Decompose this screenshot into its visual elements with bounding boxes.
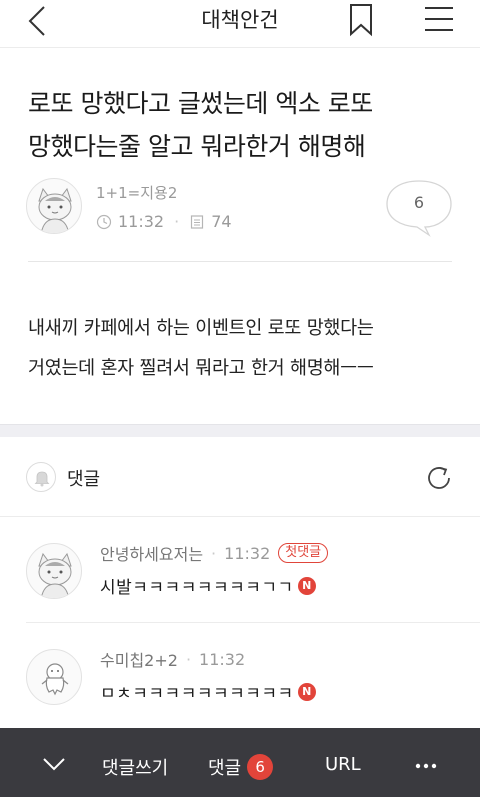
ghost-avatar-icon bbox=[41, 663, 69, 696]
hamburger-menu-icon[interactable] bbox=[422, 2, 456, 36]
comment-author[interactable]: 수미칩2+2 bbox=[100, 647, 178, 671]
cat-avatar-icon bbox=[38, 552, 72, 598]
comment-body: 시발ㅋㅋㅋㅋㅋㅋㅋㅋㄱㄱ bbox=[100, 578, 294, 598]
comment-head: 수미칩2+2 · 11:32 bbox=[100, 647, 245, 671]
author-avatar[interactable] bbox=[26, 178, 82, 234]
refresh-icon[interactable] bbox=[424, 463, 454, 493]
more-icon[interactable] bbox=[414, 762, 438, 770]
post-meta: 11:32 · 74 bbox=[96, 212, 232, 231]
comment-text: ㅁㅊㅋㅋㅋㅋㅋㅋㅋㅋㅋㅋ N bbox=[100, 679, 316, 704]
notification-toggle[interactable] bbox=[26, 462, 56, 492]
comment-avatar[interactable] bbox=[26, 543, 82, 599]
url-button[interactable]: URL bbox=[325, 754, 361, 775]
new-badge: N bbox=[297, 682, 316, 701]
comment-time: 11:32 bbox=[199, 649, 246, 669]
comment-text: 시발ㅋㅋㅋㅋㅋㅋㅋㅋㄱㄱ N bbox=[100, 573, 316, 598]
comment-count: 6 bbox=[413, 193, 425, 212]
bookmark-icon[interactable] bbox=[346, 2, 376, 38]
comments-count-badge: 6 bbox=[247, 754, 274, 780]
cat-avatar-icon bbox=[38, 187, 72, 233]
comment-item: 수미칩2+2 · 11:32 ㅁㅊㅋㅋㅋㅋㅋㅋㅋㅋㅋㅋ N bbox=[0, 623, 480, 728]
divider bbox=[28, 261, 452, 262]
views-icon bbox=[191, 214, 204, 229]
comment-author[interactable]: 안녕하세요저는 bbox=[100, 541, 203, 565]
meta-separator: · bbox=[211, 543, 217, 563]
post-title-line: 로또 망했다고 글썼는데 엑소 로또 bbox=[28, 89, 373, 118]
comment-body: ㅁㅊㅋㅋㅋㅋㅋㅋㅋㅋㅋㅋ bbox=[100, 684, 294, 704]
chevron-down-icon[interactable] bbox=[40, 752, 68, 776]
comment-item: 안녕하세요저는 · 11:32 첫댓글 시발ㅋㅋㅋㅋㅋㅋㅋㅋㄱㄱ N bbox=[0, 517, 480, 622]
post-body-line: 내새끼 카페에서 하는 이벤트인 로또 망했다는 bbox=[28, 318, 374, 339]
section-gap bbox=[0, 424, 480, 437]
bottom-bar: 댓글쓰기 댓글 6 URL bbox=[0, 728, 480, 797]
meta-separator: · bbox=[174, 212, 180, 231]
post-title-line: 망했다는줄 알고 뭐라한거 해명해 bbox=[28, 132, 366, 161]
chevron-left-icon[interactable] bbox=[22, 4, 56, 38]
comments-label: 댓글 bbox=[67, 469, 101, 490]
post-body: 내새끼 카페에서 하는 이벤트인 로또 망했다는 거였는데 혼자 찔려서 뭐라고… bbox=[28, 309, 468, 389]
bell-icon bbox=[34, 471, 50, 487]
comments-button-label: 댓글 bbox=[208, 758, 242, 779]
author-name[interactable]: 1+1=지용2 bbox=[96, 182, 177, 203]
comments-button[interactable]: 댓글 6 bbox=[208, 754, 274, 782]
new-badge: N bbox=[297, 576, 316, 595]
comment-head: 안녕하세요저는 · 11:32 첫댓글 bbox=[100, 541, 329, 565]
post-title: 로또 망했다고 글썼는데 엑소 로또 망했다는줄 알고 뭐라한거 해명해 bbox=[28, 82, 458, 168]
meta-separator: · bbox=[185, 649, 192, 669]
comment-time: 11:32 bbox=[224, 543, 271, 563]
post-views: 74 bbox=[211, 212, 232, 231]
write-comment-button[interactable]: 댓글쓰기 bbox=[102, 754, 168, 780]
comment-avatar[interactable] bbox=[26, 649, 82, 705]
page-title: 대책안건 bbox=[201, 8, 279, 32]
post-time: 11:32 bbox=[118, 212, 165, 231]
post-body-line: 거였는데 혼자 찔려서 뭐라고 한거 해명해ㅡㅡ bbox=[28, 358, 374, 379]
first-comment-badge: 첫댓글 bbox=[278, 543, 329, 563]
top-bar: 대책안건 bbox=[0, 0, 480, 48]
comments-header: 댓글 bbox=[0, 437, 480, 517]
clock-icon bbox=[96, 214, 112, 229]
